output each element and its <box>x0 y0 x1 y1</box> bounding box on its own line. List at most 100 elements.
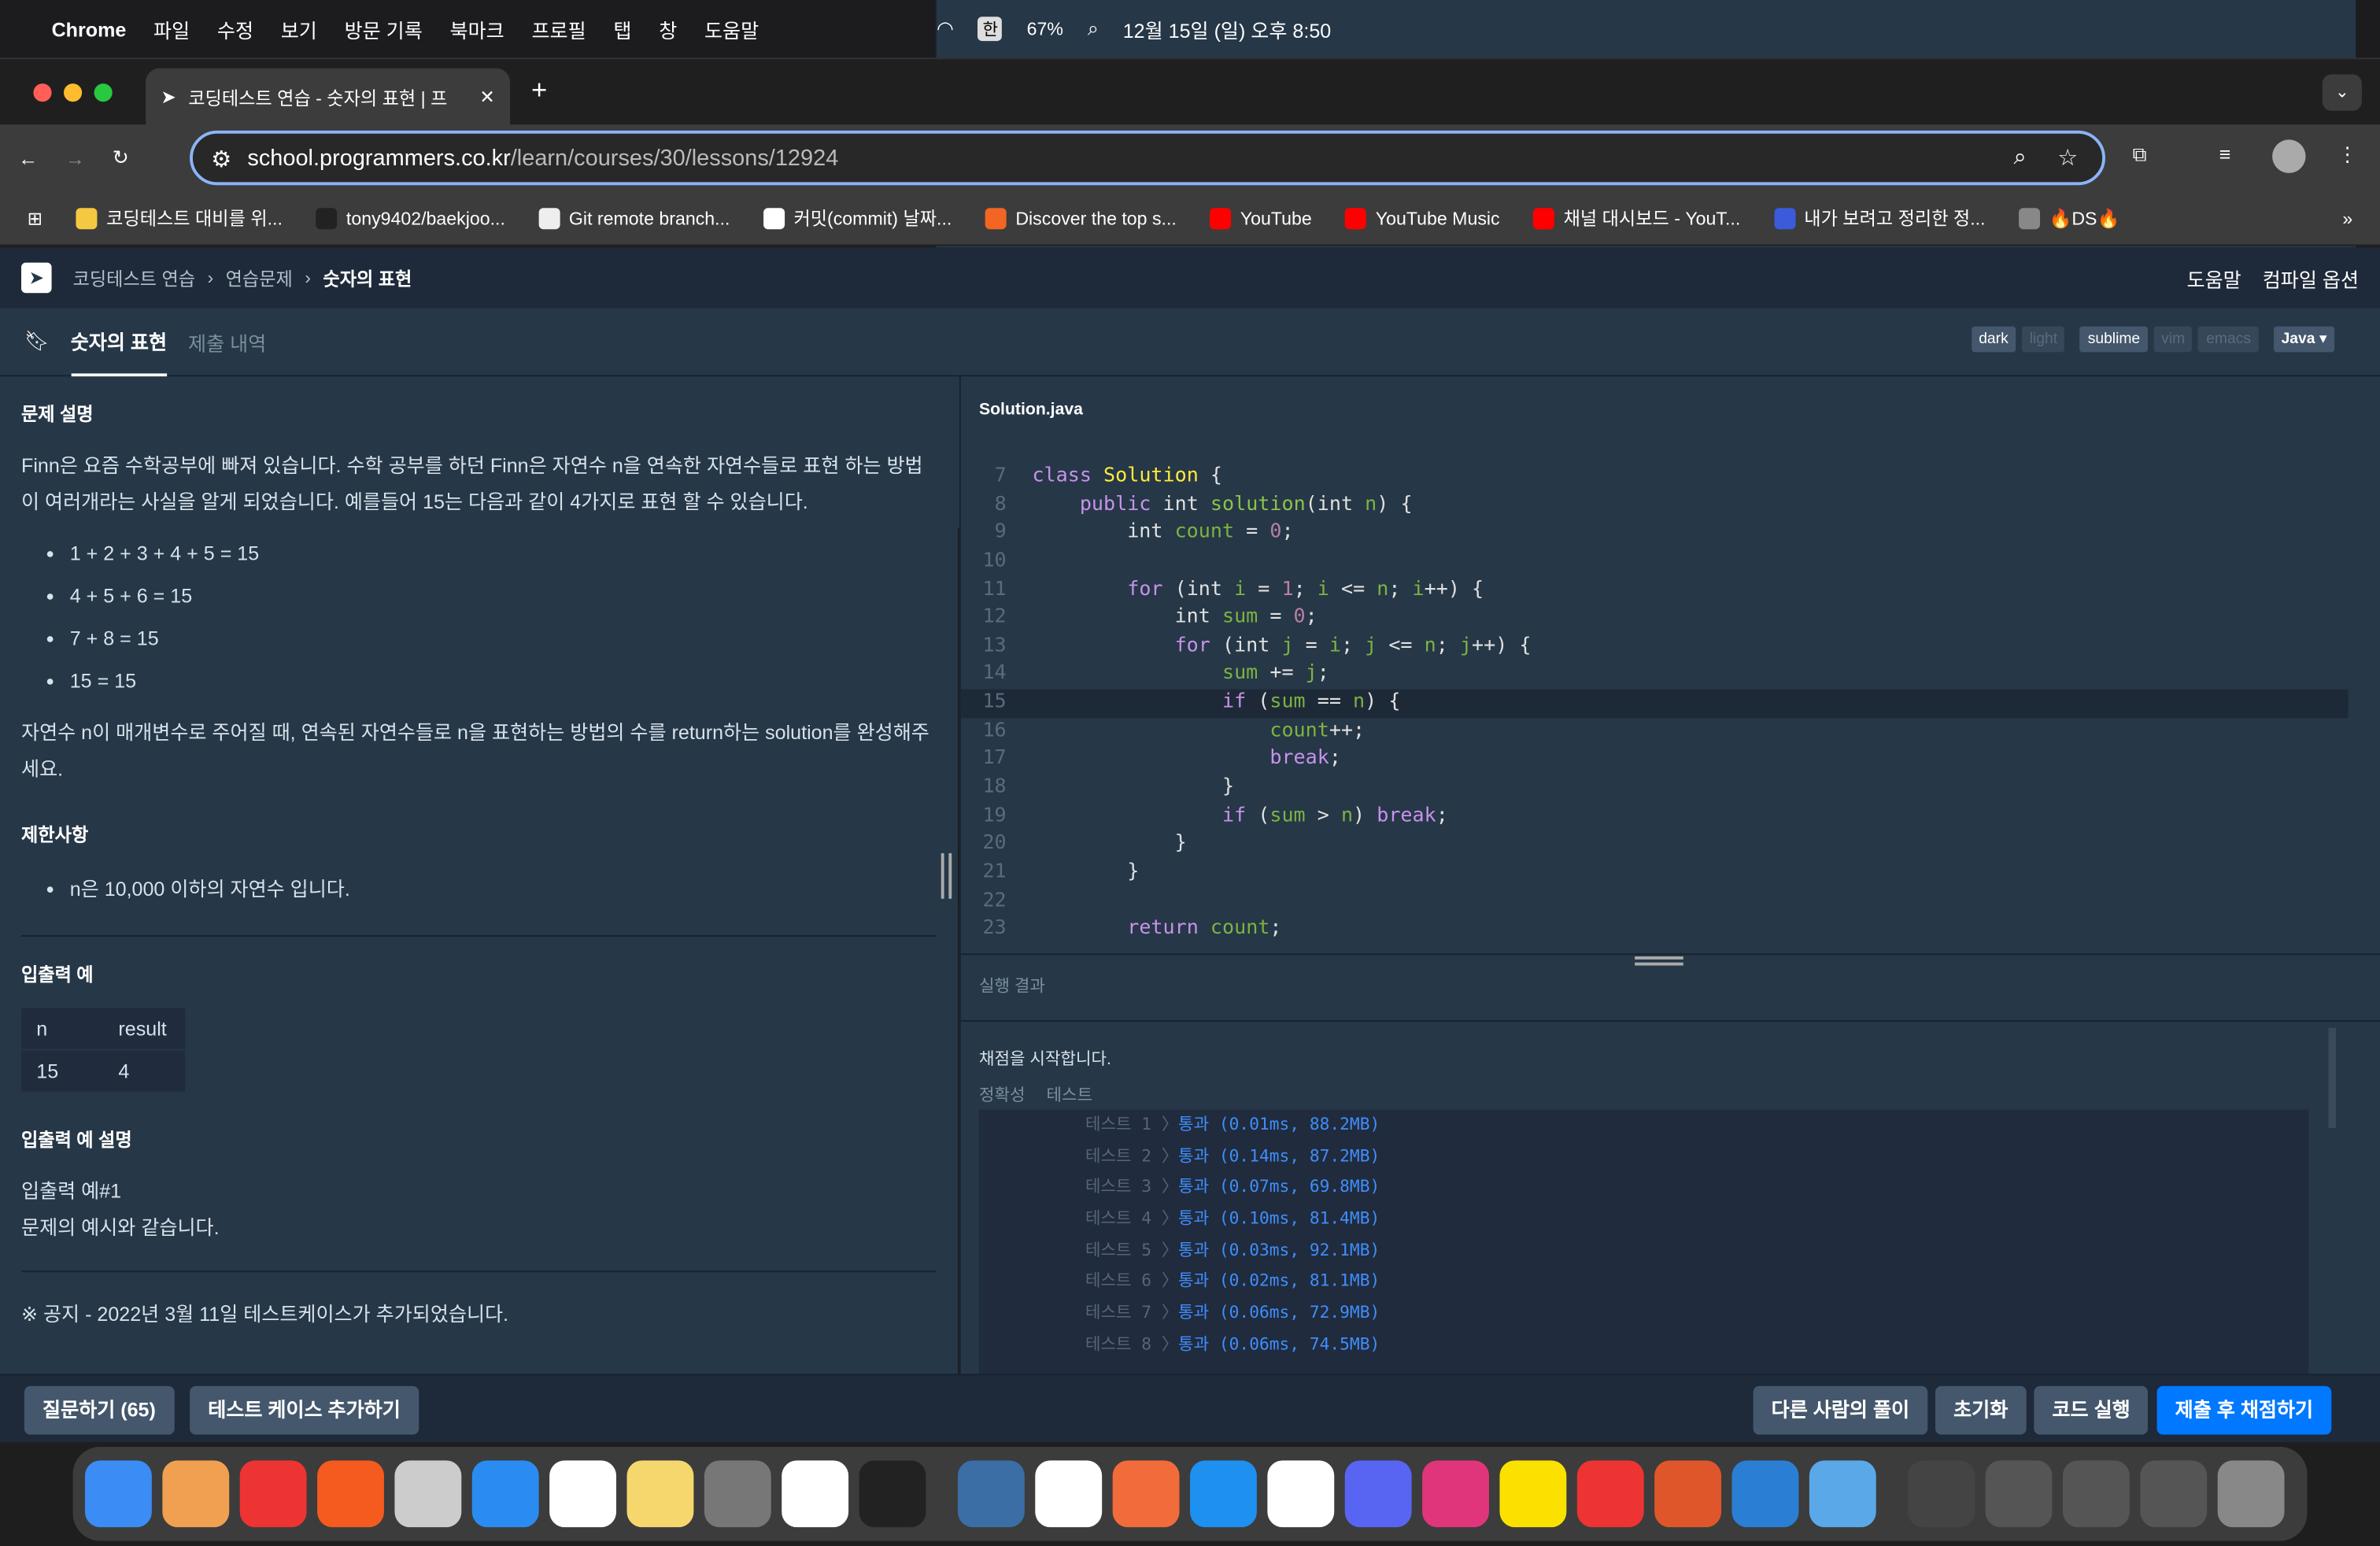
programmers-logo[interactable]: ➤ <box>21 262 52 294</box>
site-info-icon[interactable]: ⚙ <box>211 146 231 173</box>
bookmark-item[interactable]: 채널 대시보드 - YouT... <box>1533 205 1740 231</box>
profile-avatar[interactable] <box>2272 139 2306 173</box>
maximize-window-button[interactable] <box>94 83 113 102</box>
menu-item[interactable]: 수정 <box>217 14 253 43</box>
bookmark-item[interactable]: 커밋(commit) 날짜... <box>763 205 952 231</box>
help-link[interactable]: 도움말 <box>2187 264 2241 293</box>
dock-app-icon[interactable] <box>2217 1460 2285 1528</box>
close-tab-icon[interactable]: ✕ <box>479 87 494 108</box>
dock-app-icon[interactable] <box>1112 1460 1180 1528</box>
panel-resize-handle[interactable] <box>941 853 952 899</box>
reload-icon[interactable]: ↻ <box>113 146 129 170</box>
more-bookmarks-icon[interactable]: » <box>2342 207 2352 228</box>
theme-light[interactable]: light <box>2022 326 2065 353</box>
bookmark-item[interactable]: Git remote branch... <box>538 205 730 231</box>
test-detail: (0.06ms, 72.9MB) <box>1218 1302 1380 1323</box>
bookmark-item[interactable]: tony9402/baekjoo... <box>316 205 505 231</box>
dock-app-icon[interactable] <box>394 1460 462 1528</box>
bookmark-star-icon[interactable]: ☆ <box>2057 144 2078 172</box>
bookmark-item[interactable]: 코딩테스트 대비를 위... <box>76 205 283 231</box>
menu-item[interactable]: 보기 <box>281 14 317 43</box>
dock-app-icon[interactable] <box>1190 1460 1257 1528</box>
language-select[interactable]: Java ▾ <box>2273 326 2335 353</box>
menu-item[interactable]: 프로필 <box>531 14 586 43</box>
extensions-icon[interactable]: ⧉ <box>2133 142 2147 167</box>
zoom-icon[interactable]: ⌕ <box>2013 144 2026 170</box>
dock-app-icon[interactable] <box>1267 1460 1335 1528</box>
dock-app-icon[interactable] <box>1731 1460 1799 1528</box>
dock-app-icon[interactable] <box>1985 1460 2053 1528</box>
keymap-vim[interactable]: vim <box>2153 326 2193 353</box>
dock-app-icon[interactable] <box>549 1460 617 1528</box>
bookmark-item[interactable]: YouTube Music <box>1345 205 1500 231</box>
dock-app-icon[interactable] <box>1422 1460 1489 1528</box>
menu-item[interactable]: 파일 <box>153 14 190 43</box>
code-editor[interactable]: 7 class Solution {8 public int solution (i… <box>960 463 2349 949</box>
wifi-icon[interactable]: ◠ <box>937 17 954 41</box>
bookmark-item[interactable]: YouTube <box>1210 205 1312 231</box>
breadcrumb-item[interactable]: 코딩테스트 연습 <box>73 265 195 291</box>
reset-button[interactable]: 초기화 <box>1935 1385 2027 1435</box>
dock-app-icon[interactable] <box>2062 1460 2130 1528</box>
new-tab-button[interactable]: + <box>531 75 547 107</box>
menu-app[interactable]: Chrome <box>52 17 127 40</box>
dock-app-icon[interactable] <box>317 1460 384 1528</box>
clock[interactable]: 12월 15일 (일) 오후 8:50 <box>1123 14 1331 43</box>
keymap-sublime[interactable]: sublime <box>2080 326 2148 353</box>
tab-submissions[interactable]: 제출 내역 <box>188 327 266 357</box>
browser-tab[interactable]: ➤ 코딩테스트 연습 - 숫자의 표현 | 프 ✕ <box>146 68 511 127</box>
bookmark-item[interactable]: 🔥DS🔥 <box>2018 205 2119 231</box>
dock-app-icon[interactable] <box>957 1460 1025 1528</box>
search-icon[interactable]: ⌕ <box>1088 17 1099 41</box>
add-testcase-button[interactable]: 테스트 케이스 추가하기 <box>190 1385 419 1435</box>
apps-grid-icon[interactable]: ⊞ <box>28 207 42 228</box>
keymap-emacs[interactable]: emacs <box>2198 326 2259 353</box>
dock-app-icon[interactable] <box>1809 1460 1876 1528</box>
bookmark-item[interactable]: Discover the top s... <box>985 205 1177 231</box>
breadcrumb-item[interactable]: 연습문제 <box>226 265 293 291</box>
minimize-window-button[interactable] <box>64 83 83 102</box>
battery-percent[interactable]: 67% <box>1027 18 1063 39</box>
dock-app-icon[interactable] <box>782 1460 849 1528</box>
dock-app-icon[interactable] <box>162 1460 230 1528</box>
others-solutions-button[interactable]: 다른 사람의 풀이 <box>1753 1385 1928 1435</box>
dock-app-icon[interactable] <box>626 1460 694 1528</box>
tab-search-button[interactable]: ⌄ <box>2322 74 2362 111</box>
address-bar[interactable]: ⚙ school.programmers.co.kr/learn/courses… <box>190 130 2105 186</box>
compile-options-link[interactable]: 컴파일 옵션 <box>2263 264 2359 293</box>
menu-item[interactable]: 도움말 <box>704 14 759 43</box>
menu-item[interactable]: 북마크 <box>450 14 504 43</box>
forward-icon[interactable]: → <box>65 146 85 169</box>
chevron-right-icon: 〉 <box>1151 1114 1179 1134</box>
submit-button[interactable]: 제출 후 채점하기 <box>2156 1385 2332 1435</box>
test-result-row: 테스트 7 〉통과 (0.06ms, 72.9MB) <box>979 1298 2308 1330</box>
dock-app-icon[interactable] <box>1654 1460 1722 1528</box>
dock-app-icon[interactable] <box>704 1460 771 1528</box>
back-icon[interactable]: ← <box>18 146 38 169</box>
dock-app-icon[interactable] <box>2140 1460 2208 1528</box>
bookmark-icon[interactable]: 🔖︎ <box>24 330 50 354</box>
dock-app-icon[interactable] <box>1499 1460 1567 1528</box>
run-code-button[interactable]: 코드 실행 <box>2034 1385 2149 1435</box>
dock-app-icon[interactable] <box>859 1460 926 1528</box>
menu-item[interactable]: 창 <box>659 14 677 43</box>
menu-item[interactable]: 방문 기록 <box>345 14 423 43</box>
dock-app-icon[interactable] <box>1035 1460 1103 1528</box>
media-icon[interactable]: ≡ <box>2219 142 2231 165</box>
close-window-button[interactable] <box>33 83 52 102</box>
bookmark-item[interactable]: 내가 보려고 정리한 정... <box>1773 205 1986 231</box>
dock-app-icon[interactable] <box>1344 1460 1412 1528</box>
dock-app-icon[interactable] <box>239 1460 307 1528</box>
ime-indicator[interactable]: 한 <box>978 17 1003 42</box>
dock-app-icon[interactable] <box>85 1460 152 1528</box>
bookmark-label: 내가 보려고 정리한 정... <box>1804 208 1986 230</box>
menu-icon[interactable]: ⋮ <box>2338 142 2357 167</box>
menu-item[interactable]: 탭 <box>613 14 631 43</box>
theme-dark[interactable]: dark <box>1971 326 2016 353</box>
dock-app-icon[interactable] <box>471 1460 539 1528</box>
scrollbar[interactable] <box>2328 1027 2337 1128</box>
tab-problem[interactable]: 숫자의 표현 <box>70 308 168 376</box>
dock-app-icon[interactable] <box>1908 1460 1975 1528</box>
question-button[interactable]: 질문하기 (65) <box>24 1385 174 1435</box>
dock-app-icon[interactable] <box>1576 1460 1644 1528</box>
